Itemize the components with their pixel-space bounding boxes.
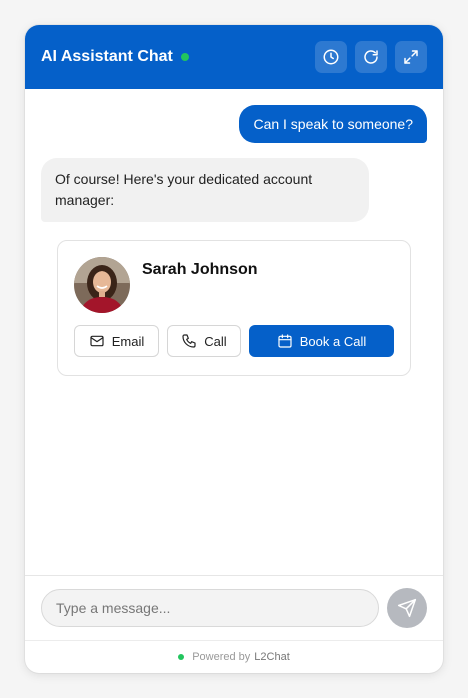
expand-button[interactable]	[395, 41, 427, 73]
calendar-icon	[278, 334, 292, 348]
footer: Powered by L2Chat	[25, 640, 443, 673]
mail-icon	[90, 335, 104, 347]
clock-icon	[323, 49, 339, 65]
email-label: Email	[111, 333, 145, 349]
status-dot	[178, 654, 185, 660]
user-message: Can I speak to someone?	[239, 105, 427, 143]
brand-link[interactable]: L2Chat	[254, 651, 289, 663]
message-list: Can I speak to someone? Of course! Here'…	[25, 89, 443, 575]
phone-icon	[182, 334, 196, 348]
refresh-icon	[364, 50, 378, 64]
call-label: Call	[204, 333, 227, 349]
message-input[interactable]	[41, 589, 379, 627]
history-button[interactable]	[315, 41, 347, 73]
powered-by-text: Powered by	[192, 651, 251, 663]
message-composer	[25, 575, 443, 640]
avatar	[74, 257, 130, 313]
call-button[interactable]: Call	[167, 325, 241, 357]
book-call-button[interactable]: Book a Call	[249, 325, 394, 357]
book-call-label: Book a Call	[299, 333, 367, 349]
contact-name: Sarah Johnson	[142, 261, 258, 278]
chat-title: AI Assistant Chat	[41, 48, 173, 65]
contact-card: Sarah Johnson Email Call Book a Call	[57, 240, 411, 376]
assistant-message: Of course! Here's your dedicated account…	[41, 158, 369, 222]
header-actions	[315, 41, 427, 73]
chat-widget: AI Assistant Chat Can I speak to someone…	[25, 25, 443, 673]
send-icon	[397, 598, 417, 618]
send-button[interactable]	[387, 588, 427, 628]
email-button[interactable]: Email	[74, 325, 159, 357]
refresh-button[interactable]	[355, 41, 387, 73]
expand-icon	[404, 50, 418, 64]
online-status-dot	[180, 53, 189, 61]
chat-header: AI Assistant Chat	[25, 25, 443, 89]
